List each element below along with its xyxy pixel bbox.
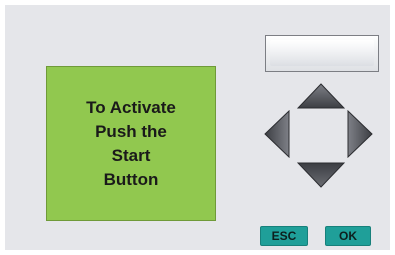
arrow-left-icon — [264, 110, 290, 158]
down-arrow-button[interactable] — [297, 162, 345, 188]
arrow-right-icon — [347, 110, 373, 158]
ok-button[interactable]: OK — [325, 226, 371, 246]
blank-function-key[interactable] — [265, 35, 379, 72]
key-shine — [270, 40, 374, 66]
esc-button-label: ESC — [271, 229, 297, 243]
display-line-3: Start — [111, 145, 151, 165]
lcd-display: To Activate Push the Start Button — [46, 66, 216, 221]
esc-button[interactable]: ESC — [260, 226, 308, 246]
left-arrow-button[interactable] — [264, 110, 290, 158]
right-arrow-button[interactable] — [347, 110, 373, 158]
display-line-4: Button — [103, 169, 159, 189]
display-line-2: Push the — [95, 121, 167, 141]
display-line-1: To Activate — [86, 97, 176, 117]
arrow-up-icon — [297, 83, 345, 109]
control-panel: To Activate Push the Start Button ESC OK — [5, 5, 390, 250]
up-arrow-button[interactable] — [297, 83, 345, 109]
arrow-down-icon — [297, 162, 345, 188]
ok-button-label: OK — [339, 229, 357, 243]
